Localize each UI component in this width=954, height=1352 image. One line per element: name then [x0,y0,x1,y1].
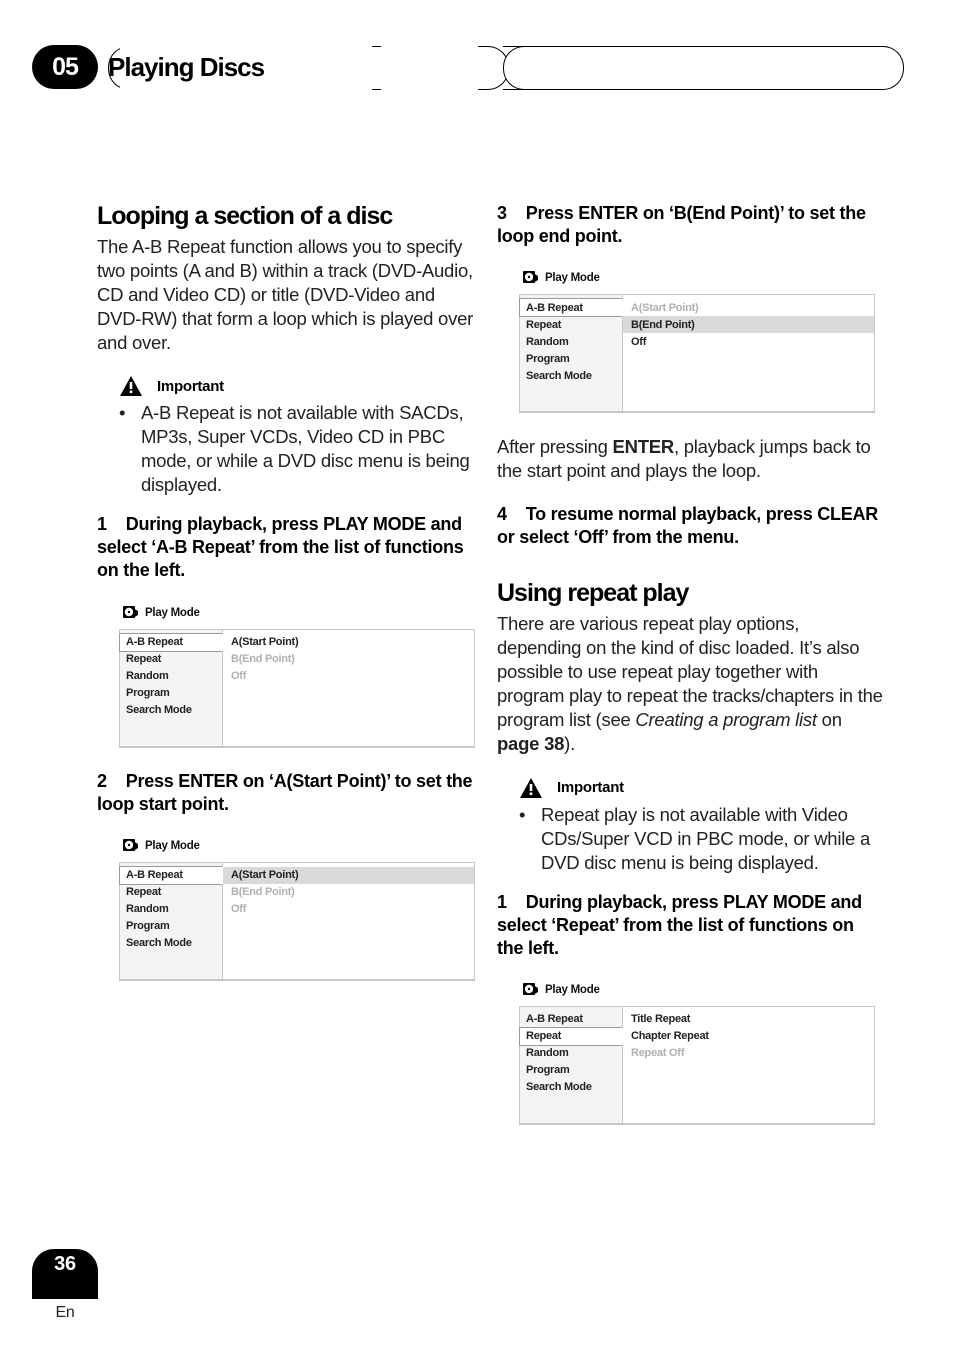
intro-paragraph: The A-B Repeat function allows you to sp… [97,235,483,355]
option-a-start-point[interactable]: A(Start Point) [223,867,474,884]
bullet-icon: • [519,803,541,875]
step: 4 To resume normal playback, press CLEAR… [497,503,883,549]
play-mode-panel: Play Mode A-B Repeat Repeat Random Progr… [119,595,475,748]
step-text: Press ENTER on ‘B(End Point)’ to set the… [497,203,866,246]
menu-item-ab-repeat[interactable]: A-B Repeat [519,298,623,317]
step-number: 2 [97,770,121,793]
menu-item-ab-repeat[interactable]: A-B Repeat [119,633,223,652]
chapter-title: Playing Discs [108,46,264,88]
menu-item-search-mode[interactable]: Search Mode [520,1079,622,1096]
step: 1 During playback, press PLAY MODE and s… [97,513,483,582]
step-number: 3 [497,202,521,225]
important-bullet-text: Repeat play is not available with Video … [541,803,883,875]
menu-item-random[interactable]: Random [120,901,222,918]
option-off[interactable]: Off [223,901,474,918]
important-bullet-text: A-B Repeat is not available with SACDs, … [141,401,483,497]
menu-item-repeat[interactable]: Repeat [519,1027,623,1046]
option-a-start-point[interactable]: A(Start Point) [223,634,474,651]
step: 1 During playback, press PLAY MODE and s… [497,891,883,960]
menu-item-ab-repeat[interactable]: A-B Repeat [520,1011,622,1028]
play-mode-panel: Play Mode A-B Repeat Repeat Random Progr… [119,828,475,981]
section-heading-looping: Looping a section of a disc [97,202,483,231]
play-mode-title: Play Mode [145,607,200,619]
after-enter-paragraph: After pressing ENTER, playback jumps bac… [497,435,883,483]
menu-item-search-mode[interactable]: Search Mode [120,702,222,719]
option-repeat-off[interactable]: Repeat Off [623,1045,874,1062]
chapter-number-badge: 05 [32,45,98,89]
step: 3 Press ENTER on ‘B(End Point)’ to set t… [497,202,883,248]
step-number: 4 [497,503,521,526]
warning-icon [119,375,143,397]
disc-icon [523,982,539,998]
play-mode-title: Play Mode [545,272,600,284]
option-title-repeat[interactable]: Title Repeat [623,1011,874,1028]
step-text: To resume normal playback, press CLEAR o… [497,504,878,547]
menu-item-random[interactable]: Random [520,333,622,350]
option-off[interactable]: Off [223,668,474,685]
menu-item-repeat[interactable]: Repeat [520,316,622,333]
page-language: En [32,1304,98,1322]
play-mode-title: Play Mode [545,984,600,996]
menu-item-program[interactable]: Program [520,1062,622,1079]
menu-item-random[interactable]: Random [120,668,222,685]
page-number-tab: 36 [32,1249,98,1299]
option-b-end-point[interactable]: B(End Point) [223,884,474,901]
menu-item-ab-repeat[interactable]: A-B Repeat [119,866,223,885]
play-mode-title: Play Mode [145,840,200,852]
menu-item-program[interactable]: Program [120,918,222,935]
disc-icon [523,270,539,286]
step-number: 1 [97,513,121,536]
menu-item-random[interactable]: Random [520,1045,622,1062]
important-label: Important [157,378,224,395]
menu-item-search-mode[interactable]: Search Mode [120,935,222,952]
disc-icon [123,838,139,854]
menu-item-program[interactable]: Program [120,685,222,702]
menu-item-search-mode[interactable]: Search Mode [520,367,622,384]
play-mode-panel: Play Mode A-B Repeat Repeat Random Progr… [519,260,875,413]
section-heading-repeat: Using repeat play [497,579,883,608]
warning-icon [519,777,543,799]
step-text: During playback, press PLAY MODE and sel… [497,892,862,958]
step-text: Press ENTER on ‘A(Start Point)’ to set t… [97,771,472,814]
menu-item-repeat[interactable]: Repeat [120,651,222,668]
step-number: 1 [497,891,521,914]
play-mode-panel: Play Mode A-B Repeat Repeat Random Progr… [519,972,875,1125]
option-off[interactable]: Off [623,333,874,350]
repeat-intro-paragraph: There are various repeat play options, d… [497,612,883,756]
step: 2 Press ENTER on ‘A(Start Point)’ to set… [97,770,483,816]
step-text: During playback, press PLAY MODE and sel… [97,514,464,580]
option-chapter-repeat[interactable]: Chapter Repeat [623,1028,874,1045]
important-label: Important [557,779,624,796]
option-b-end-point[interactable]: B(End Point) [623,316,874,333]
option-b-end-point[interactable]: B(End Point) [223,651,474,668]
option-a-start-point[interactable]: A(Start Point) [623,299,874,316]
menu-item-repeat[interactable]: Repeat [120,884,222,901]
bullet-icon: • [119,401,141,497]
menu-item-program[interactable]: Program [520,350,622,367]
disc-icon [123,605,139,621]
